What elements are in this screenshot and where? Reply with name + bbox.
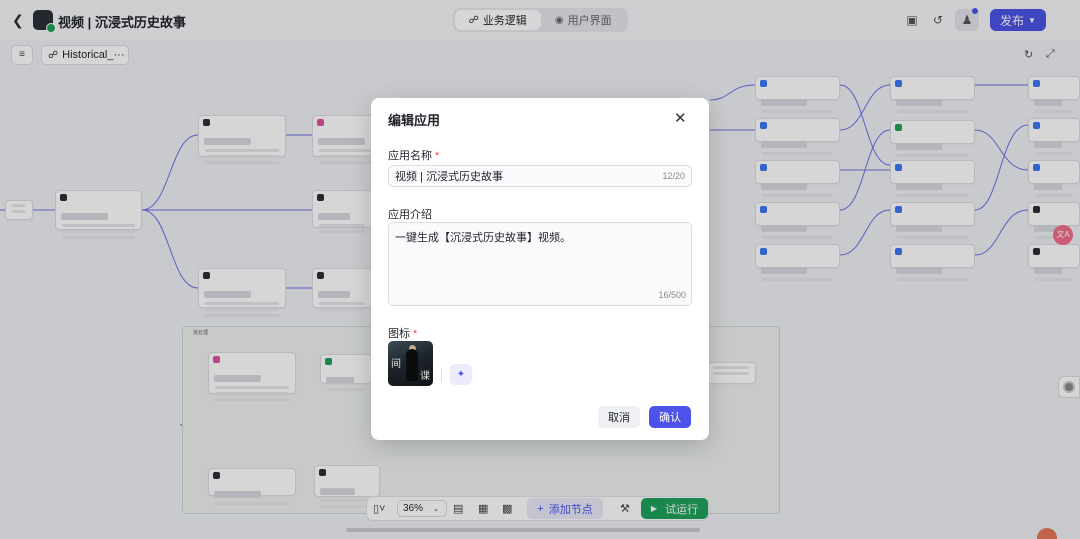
close-icon[interactable]: ✕ xyxy=(674,109,687,127)
figure-body xyxy=(406,349,418,381)
dialog-title: 编辑应用 xyxy=(388,113,441,128)
calligraphy-glyph: 谍 xyxy=(420,371,430,382)
char-count: 16/500 xyxy=(658,290,686,300)
confirm-label: 确认 xyxy=(659,412,681,424)
label-text: 图标 xyxy=(388,328,410,340)
char-count: 12/20 xyxy=(662,171,685,181)
app-icon-image[interactable]: 间 谍 xyxy=(388,341,433,386)
required-mark: * xyxy=(413,328,418,340)
calligraphy-glyph: 间 xyxy=(391,359,401,370)
required-mark: * xyxy=(435,150,440,162)
icon-label: 图标 * xyxy=(388,325,417,341)
app-name-input[interactable]: 视频 | 沉浸式历史故事 12/20 xyxy=(388,165,692,187)
cancel-label: 取消 xyxy=(608,412,630,424)
app-desc-label: 应用介绍 xyxy=(388,206,432,222)
divider xyxy=(441,368,442,382)
confirm-button[interactable]: 确认 xyxy=(649,406,691,428)
app-desc-value: 一键生成【沉浸式历史故事】视频。 xyxy=(395,232,571,244)
label-text: 应用介绍 xyxy=(388,209,432,221)
app-name-value: 视频 | 沉浸式历史故事 xyxy=(395,171,503,183)
cancel-button[interactable]: 取消 xyxy=(598,406,640,428)
ai-generate-icon[interactable]: ✦ xyxy=(450,364,472,385)
label-text: 应用名称 xyxy=(388,150,432,162)
app-desc-textarea[interactable]: 一键生成【沉浸式历史故事】视频。 16/500 xyxy=(388,222,692,306)
app-name-label: 应用名称 * xyxy=(388,147,439,163)
edit-app-dialog: 编辑应用 ✕ 应用名称 * 视频 | 沉浸式历史故事 12/20 应用介绍 一键生… xyxy=(371,98,709,440)
